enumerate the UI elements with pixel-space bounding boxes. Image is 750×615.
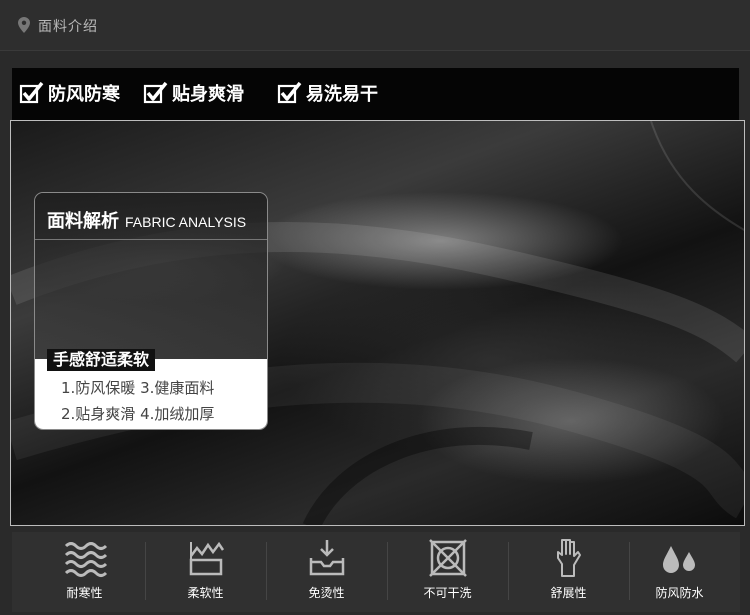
waves-icon [64,542,108,577]
feature-item-smooth: 贴身爽滑 [142,80,244,106]
feature-bar: 防风防寒 贴身爽滑 易洗易干 [12,68,739,120]
property-windproof-waterproof: 防风防水 [619,532,740,612]
card-tagline: 手感舒适柔软 [47,349,156,371]
card-title-cn: 面料解析 [47,211,119,232]
water-drops-icon [663,546,695,573]
feature-label: 贴身爽滑 [172,84,244,105]
section-header: 面料介绍 [0,0,750,51]
property-softness: 柔软性 [145,532,266,612]
card-title-en: FABRIC ANALYSIS [125,214,247,230]
softness-icon [189,541,225,576]
location-pin-icon [18,17,30,33]
card-divider [35,239,267,240]
property-label: 柔软性 [187,586,224,600]
property-label: 免烫性 [308,586,345,600]
card-heading: 面料解析 FABRIC ANALYSIS [47,207,246,233]
fabric-analysis-card: 面料解析 FABRIC ANALYSIS 手感舒适柔软 1.防风保暖 3.健康面… [35,193,267,429]
no-dry-clean-icon [429,539,467,577]
property-label: 舒展性 [550,586,587,600]
property-icons-bar: 耐寒性 柔软性 免烫性 不可干洗 舒展性 防风防水 [12,532,740,612]
property-cold-resistance: 耐寒性 [24,532,145,612]
checkbox-checked-icon [19,81,44,104]
checkbox-checked-icon [277,81,302,104]
property-label: 不可干洗 [423,586,472,600]
property-label: 防风防水 [655,586,704,600]
card-feature-line-1: 1.防风保暖 3.健康面料 [61,379,215,397]
property-no-dry-clean: 不可干洗 [387,532,508,612]
card-feature-line-2: 2.贴身爽滑 4.加绒加厚 [61,405,215,423]
property-no-iron: 免烫性 [266,532,387,612]
property-stretch: 舒展性 [508,532,629,612]
feature-item-easy-wash: 易洗易干 [276,80,378,106]
feature-label: 易洗易干 [306,84,378,105]
feature-item-windproof: 防风防寒 [18,80,120,106]
property-label: 耐寒性 [66,586,103,600]
checkbox-checked-icon [143,81,168,104]
feature-label: 防风防寒 [48,84,120,105]
no-iron-icon [309,540,345,576]
hand-stretch-icon [557,539,581,577]
section-title: 面料介绍 [38,19,98,35]
